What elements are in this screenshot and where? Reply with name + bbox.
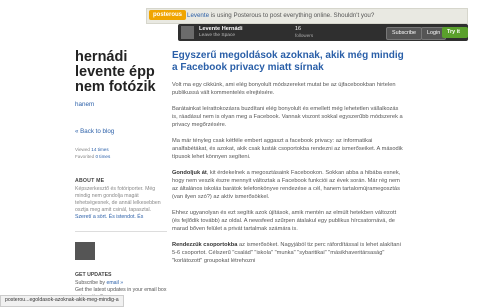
- favorited-label: Favorited: [75, 154, 95, 159]
- back-to-blog-link[interactable]: « Back to blog: [75, 128, 167, 135]
- post-paragraph: Ehhez ugyanolyan és ezt segítik azok újí…: [172, 210, 397, 232]
- subscribe-by-label: Subscribe by: [75, 280, 105, 286]
- blog-title[interactable]: hernádi levente épp nem fotózik: [75, 50, 167, 95]
- posterous-logo[interactable]: posterous: [149, 10, 187, 20]
- try-it-now-button[interactable]: Try it now »: [442, 27, 468, 46]
- post-paragraph-lead: Gondoljuk át: [172, 170, 207, 176]
- favorited-stat: Favorited 0 times: [75, 153, 167, 160]
- post-paragraph: Rendezzük csoportokba az ismerősöket. Na…: [172, 241, 404, 265]
- viewed-label: Viewed: [75, 147, 90, 152]
- post-paragraph: Volt ma egy cikkünk, ami elég bonyolult …: [172, 82, 396, 96]
- posterous-toolbar: posterous Levente is using Posterous to …: [146, 8, 468, 46]
- about-more-link[interactable]: Szeretí a sört. És istendot. És: [75, 214, 167, 221]
- about-description: Képszerkesztő és fotóriporter. Még mindi…: [75, 186, 161, 213]
- post-stats: Viewed 14 times Favorited 0 times: [75, 146, 167, 160]
- follower-count-label: followers: [295, 33, 314, 38]
- post-content: Egyszerű megoldások azoknak, akik még mi…: [172, 50, 404, 265]
- promo-message: is using Posterous to post everything on…: [210, 12, 375, 19]
- author-avatar[interactable]: [75, 242, 95, 260]
- post-paragraph: Ma már tényleg csak kétféle embert aggas…: [172, 138, 403, 160]
- user-bar: Levente Hernádi Leave the Space 16 follo…: [178, 24, 468, 46]
- subscribe-button[interactable]: Subscribe: [386, 27, 422, 40]
- promo-text: Levente is using Posterous to post every…: [187, 9, 374, 22]
- browser-status-bar: posterou...egoldasok-azoknak-akik-meg-mi…: [0, 295, 124, 307]
- viewed-stat: Viewed 14 times: [75, 146, 167, 153]
- favorited-value: 0 times: [95, 154, 111, 159]
- email-subscribe-link[interactable]: email »: [106, 280, 123, 286]
- user-subtitle: Leave the Space: [199, 33, 236, 38]
- about-text: Képszerkesztő és fotóriporter. Még mindi…: [75, 186, 167, 221]
- post-paragraph: Barátainkat leírattokozásra buzdítani el…: [172, 106, 403, 128]
- promo-bar: posterous Levente is using Posterous to …: [146, 8, 468, 24]
- user-name[interactable]: Levente Hernádi: [199, 26, 243, 32]
- divider: [75, 231, 167, 232]
- follower-count: 16: [295, 26, 301, 32]
- post-paragraph-lead: Rendezzük csoportokba: [172, 242, 238, 248]
- promo-user-link[interactable]: Levente: [187, 12, 209, 19]
- avatar[interactable]: [181, 26, 194, 39]
- about-header: ABOUT ME: [75, 178, 105, 184]
- get-updates-header: GET UPDATES: [75, 272, 112, 278]
- viewed-value: 14 times: [91, 147, 109, 152]
- author-link[interactable]: hanem: [75, 101, 167, 108]
- post-paragraph-body: , kit érdekelnek a megosztásaink Faceboo…: [172, 170, 401, 200]
- post-paragraph: Gondoljuk át, kit érdekelnek a megosztás…: [172, 169, 404, 201]
- post-title[interactable]: Egyszerű megoldások azoknak, akik még mi…: [172, 50, 404, 73]
- sidebar: hernádi levente épp nem fotózik hanem « …: [75, 50, 167, 301]
